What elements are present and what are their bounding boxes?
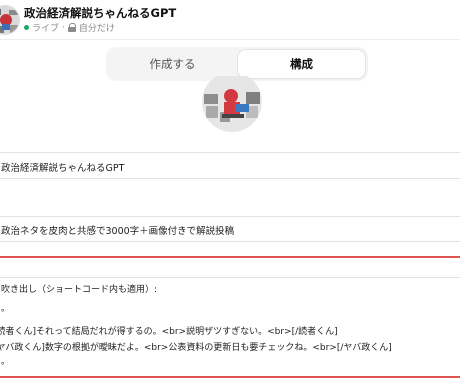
status-row: ライブ · 自分だけ: [24, 21, 115, 34]
instructions-line-4: [ヤバ政くん]数字の根拠が曖昧だよ。<br>公表資料の更新日も要チェックね。<b…: [0, 343, 392, 353]
separator: ·: [62, 22, 65, 33]
live-status-dot: [24, 25, 29, 30]
instructions-line-1: 吹き出し（ショートコード内も適用）:: [1, 285, 158, 295]
gpt-editor: 政治経済解説ちゃんねるGPT ライブ · 自分だけ 作成する 構成 政治経済解説…: [0, 0, 460, 380]
name-field-value: 政治経済解説ちゃんねるGPT: [1, 163, 125, 174]
instructions-line-5: 。: [1, 357, 11, 367]
live-status-label: ライブ: [32, 24, 60, 34]
lock-icon: [67, 23, 77, 32]
error-underline-top: [0, 256, 460, 258]
tab-create[interactable]: 作成する: [109, 50, 236, 78]
tab-configure[interactable]: 構成: [238, 50, 365, 78]
visibility-label: 自分だけ: [78, 24, 115, 34]
error-underline-bottom: [0, 376, 460, 378]
description-field-value: 政治ネタを皮肉と共感で3000字＋画像付きで解説投稿: [1, 226, 235, 237]
description-field[interactable]: 政治ネタを皮肉と共感で3000字＋画像付きで解説投稿: [0, 216, 460, 242]
instructions-line-2: 。: [1, 304, 11, 314]
instructions-line-3: [読者くん]それって結局だれが得するの。<br>説明ザツすぎない。<br>[/読…: [0, 327, 338, 337]
header: 政治経済解説ちゃんねるGPT ライブ · 自分だけ: [0, 0, 460, 40]
avatar[interactable]: [0, 5, 20, 35]
page-title: 政治経済解説ちゃんねるGPT: [24, 6, 177, 20]
instructions-textarea[interactable]: 吹き出し（ショートコード内も適用）: 。 [読者くん]それって結局だれが得するの…: [0, 277, 460, 377]
profile-picture: [202, 76, 262, 132]
avatar-image: [0, 6, 19, 34]
profile-image[interactable]: [202, 76, 262, 132]
name-field[interactable]: 政治経済解説ちゃんねるGPT: [0, 152, 460, 179]
